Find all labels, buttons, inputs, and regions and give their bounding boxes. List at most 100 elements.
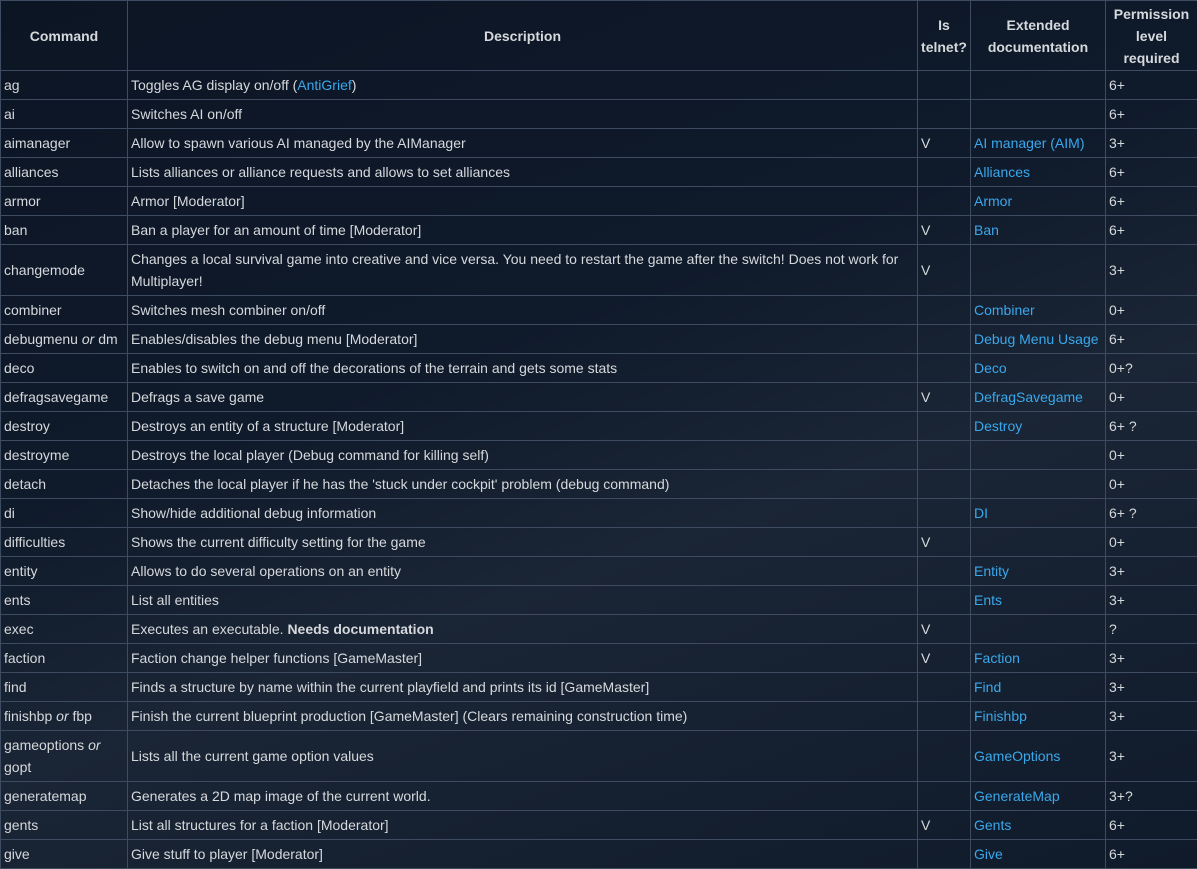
header-documentation: Extended documentation (971, 1, 1106, 71)
permission-cell: 6+ (1106, 100, 1197, 129)
permission-cell: 0+ (1106, 528, 1197, 557)
description-text: Finish the current blueprint production … (131, 708, 687, 724)
telnet-cell: V (918, 644, 971, 673)
documentation-link[interactable]: Destroy (974, 418, 1022, 434)
telnet-cell (918, 412, 971, 441)
permission-cell: 6+ ? (1106, 499, 1197, 528)
table-row: generatemap Generates a 2D map image of … (1, 782, 1197, 811)
telnet-cell: V (918, 245, 971, 296)
command-name: generatemap (4, 788, 87, 804)
documentation-link[interactable]: DefragSavegame (974, 389, 1083, 405)
telnet-cell: V (918, 216, 971, 245)
description-text: Lists alliances or alliance requests and… (131, 164, 510, 180)
description-cell: Give stuff to player [Moderator] (128, 840, 918, 869)
command-name: difficulties (4, 534, 65, 550)
description-text: Destroys the local player (Debug command… (131, 447, 489, 463)
description-cell: Detaches the local player if he has the … (128, 470, 918, 499)
table-row: debugmenu or dm Enables/disables the deb… (1, 325, 1197, 354)
command-alias: dm (98, 331, 117, 347)
description-text: Ban a player for an amount of time [Mode… (131, 222, 421, 238)
documentation-link[interactable]: Finishbp (974, 708, 1027, 724)
command-name: changemode (4, 262, 85, 278)
telnet-cell (918, 470, 971, 499)
documentation-cell: Ban (971, 216, 1106, 245)
description-text: Finds a structure by name within the cur… (131, 679, 649, 695)
command-cell: alliances (1, 158, 128, 187)
description-text: Enables/disables the debug menu [Moderat… (131, 331, 417, 347)
description-text: Executes an executable. (131, 621, 287, 637)
table-row: ai Switches AI on/off 6+ (1, 100, 1197, 129)
command-cell: find (1, 673, 128, 702)
documentation-cell: AI manager (AIM) (971, 129, 1106, 158)
description-cell: List all entities (128, 586, 918, 615)
command-name: detach (4, 476, 46, 492)
table-row: gameoptions or gopt Lists all the curren… (1, 731, 1197, 782)
documentation-cell (971, 528, 1106, 557)
command-cell: gents (1, 811, 128, 840)
telnet-cell (918, 296, 971, 325)
documentation-link[interactable]: Entity (974, 563, 1009, 579)
documentation-link[interactable]: GameOptions (974, 748, 1060, 764)
command-cell: generatemap (1, 782, 128, 811)
command-cell: finishbp or fbp (1, 702, 128, 731)
telnet-cell (918, 441, 971, 470)
description-text: Generates a 2D map image of the current … (131, 788, 431, 804)
documentation-link[interactable]: GenerateMap (974, 788, 1060, 804)
documentation-link[interactable]: Combiner (974, 302, 1035, 318)
command-cell: defragsavegame (1, 383, 128, 412)
permission-cell: 3+ (1106, 586, 1197, 615)
description-text: Allows to do several operations on an en… (131, 563, 401, 579)
table-row: ban Ban a player for an amount of time [… (1, 216, 1197, 245)
permission-cell: 0+ (1106, 383, 1197, 412)
telnet-cell (918, 782, 971, 811)
documentation-link[interactable]: Debug Menu Usage (974, 331, 1099, 347)
documentation-link[interactable]: Find (974, 679, 1001, 695)
description-cell: Show/hide additional debug information (128, 499, 918, 528)
documentation-cell: GenerateMap (971, 782, 1106, 811)
description-text: Switches mesh combiner on/off (131, 302, 325, 318)
documentation-link[interactable]: Give (974, 846, 1003, 862)
description-link[interactable]: AntiGrief (297, 77, 351, 93)
command-name: gents (4, 817, 38, 833)
description-text: Toggles AG display on/off ( (131, 77, 297, 93)
table-row: changemode Changes a local survival game… (1, 245, 1197, 296)
documentation-link[interactable]: Faction (974, 650, 1020, 666)
documentation-link[interactable]: DI (974, 505, 988, 521)
documentation-cell: Gents (971, 811, 1106, 840)
documentation-cell (971, 71, 1106, 100)
command-cell: faction (1, 644, 128, 673)
description-cell: Faction change helper functions [GameMas… (128, 644, 918, 673)
documentation-cell: Finishbp (971, 702, 1106, 731)
description-text: Shows the current difficulty setting for… (131, 534, 426, 550)
description-text: Faction change helper functions [GameMas… (131, 650, 422, 666)
documentation-link[interactable]: Alliances (974, 164, 1030, 180)
command-cell: ents (1, 586, 128, 615)
documentation-link[interactable]: Armor (974, 193, 1012, 209)
description-cell: Switches mesh combiner on/off (128, 296, 918, 325)
documentation-link[interactable]: Deco (974, 360, 1007, 376)
documentation-link[interactable]: Ban (974, 222, 999, 238)
permission-cell: 0+ (1106, 441, 1197, 470)
description-text: Changes a local survival game into creat… (131, 251, 898, 289)
documentation-link[interactable]: AI manager (AIM) (974, 135, 1084, 151)
telnet-cell (918, 499, 971, 528)
permission-cell: 6+ (1106, 216, 1197, 245)
command-name: find (4, 679, 27, 695)
description-cell: Allows to do several operations on an en… (128, 557, 918, 586)
documentation-link[interactable]: Ents (974, 592, 1002, 608)
command-cell: entity (1, 557, 128, 586)
permission-cell: 6+ (1106, 325, 1197, 354)
or-text: or (56, 708, 68, 724)
documentation-cell: GameOptions (971, 731, 1106, 782)
documentation-cell (971, 441, 1106, 470)
permission-cell: 3+? (1106, 782, 1197, 811)
command-cell: destroyme (1, 441, 128, 470)
documentation-cell: Entity (971, 557, 1106, 586)
description-text: Enables to switch on and off the decorat… (131, 360, 617, 376)
telnet-cell (918, 158, 971, 187)
documentation-link[interactable]: Gents (974, 817, 1011, 833)
documentation-cell: Faction (971, 644, 1106, 673)
documentation-cell: DefragSavegame (971, 383, 1106, 412)
description-cell: Generates a 2D map image of the current … (128, 782, 918, 811)
header-telnet: Is telnet? (918, 1, 971, 71)
